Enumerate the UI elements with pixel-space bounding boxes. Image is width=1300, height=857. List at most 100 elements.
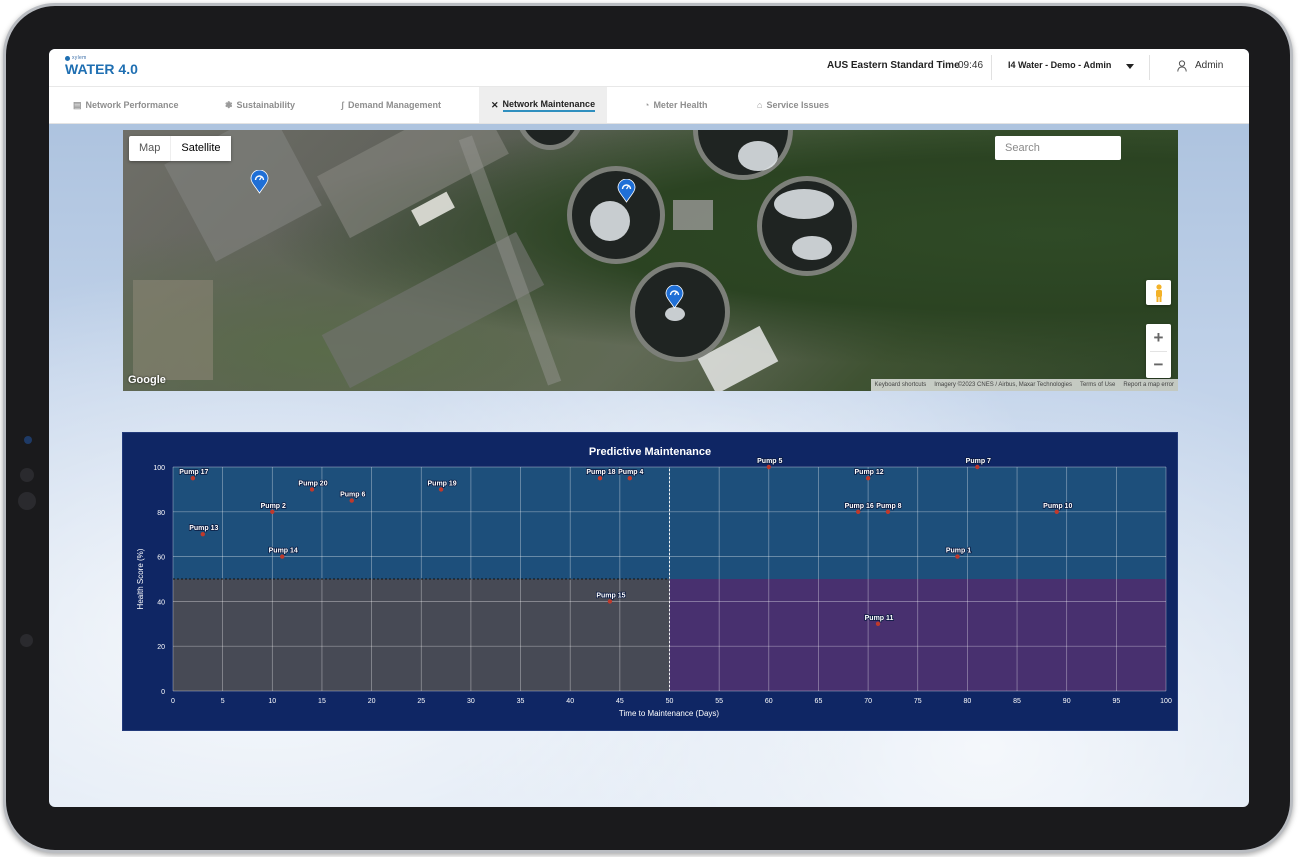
street-view-pegman-icon[interactable] (1146, 280, 1171, 305)
tab-meter-health[interactable]: ◔ Meter Health (644, 87, 707, 123)
x-tick-label: 0 (171, 698, 175, 705)
data-point (200, 532, 205, 537)
data-point-label: Pump 1 (946, 548, 971, 555)
chevron-down-icon[interactable] (1126, 64, 1134, 69)
tank-foam (665, 307, 685, 321)
map-type-control: Map Satellite (129, 136, 231, 161)
data-point-label: Pump 18 (586, 469, 615, 476)
y-tick-label: 80 (157, 510, 165, 517)
x-tick-label: 35 (517, 698, 525, 705)
x-tick-label: 30 (467, 698, 475, 705)
tab-demand-management[interactable]: ʃ Demand Management (341, 87, 441, 123)
sensor-dot (20, 468, 34, 482)
keyboard-shortcuts-link[interactable]: Keyboard shortcuts (875, 382, 927, 388)
tab-service-issues[interactable]: ⌂ Service Issues (757, 87, 829, 123)
warning-icon: ⌂ (757, 100, 763, 110)
logo-title: WATER 4.0 (65, 61, 138, 77)
data-point-label: Pump 17 (179, 469, 208, 476)
x-tick-label: 5 (221, 698, 225, 705)
map-pin-icon[interactable] (617, 179, 636, 203)
satellite-map[interactable]: Map Satellite Search + − Google Keyboard… (123, 130, 1178, 391)
map-type-satellite-button[interactable]: Satellite (170, 136, 231, 161)
x-tick-label: 15 (318, 698, 326, 705)
y-tick-label: 20 (157, 644, 165, 651)
data-point-label: Pump 12 (855, 469, 884, 476)
x-tick-label: 55 (715, 698, 723, 705)
tab-label: Service Issues (766, 100, 829, 110)
tank-foam (774, 189, 834, 219)
header-divider (1149, 55, 1150, 80)
x-tick-label: 90 (1063, 698, 1071, 705)
map-search-input[interactable]: Search (995, 136, 1121, 160)
data-point (280, 554, 285, 559)
chart-plot-area: 0 5 10 15 20 25 30 35 40 45 50 55 60 65 70 75 80 85 90 95 10… (153, 457, 1172, 705)
zoom-divider (1150, 351, 1167, 352)
y-tick-label: 0 (161, 689, 165, 696)
header-divider (991, 55, 992, 80)
map-clarifier-tank (693, 130, 793, 180)
x-axis-label: Time to Maintenance (Days) (619, 709, 720, 718)
timezone-label: AUS Eastern Standard Time (827, 60, 960, 71)
tab-sustainability[interactable]: ❃ Sustainability (225, 87, 295, 123)
x-tick-label: 60 (765, 698, 773, 705)
gear-icon: ❃ (225, 99, 233, 110)
x-tick-label: 50 (666, 698, 674, 705)
map-zoom-control: + − (1146, 324, 1171, 378)
tank-foam (590, 201, 630, 241)
organization-selector[interactable]: I4 Water - Demo - Admin (1008, 60, 1111, 70)
map-clarifier-tank (757, 176, 857, 276)
tank-foam (792, 236, 832, 260)
data-point-label: Pump 2 (261, 503, 286, 510)
data-point (597, 476, 603, 481)
x-tick-label: 10 (268, 698, 276, 705)
map-pin-icon[interactable] (665, 285, 684, 309)
map-type-map-button[interactable]: Map (129, 136, 170, 161)
data-point (1054, 509, 1059, 514)
x-tick-label: 70 (864, 698, 872, 705)
data-point-label: Pump 6 (340, 492, 365, 499)
y-tick-label: 40 (157, 599, 165, 606)
user-menu-name[interactable]: Admin (1195, 60, 1223, 71)
tab-network-performance[interactable]: ▤ Network Performance (73, 87, 179, 123)
zoom-in-button[interactable]: + (1146, 324, 1171, 351)
data-point-label: Pump 5 (757, 458, 782, 465)
map-building (673, 200, 713, 230)
predictive-maintenance-card: Predictive Maintenance Time to Maintenan… (122, 432, 1178, 731)
sensor-dot (18, 492, 36, 510)
map-building (133, 280, 213, 380)
data-point-label: Pump 16 (845, 503, 874, 510)
gauge-icon: ◔ (644, 100, 650, 110)
map-clarifier-tank (515, 130, 585, 150)
x-tick-label: 75 (914, 698, 922, 705)
data-point (855, 509, 861, 514)
chart-icon: ▤ (73, 99, 82, 110)
tab-label: Meter Health (653, 100, 708, 110)
sensor-dot (20, 634, 33, 647)
zoom-out-button[interactable]: − (1146, 351, 1171, 378)
data-point-label: Pump 10 (1043, 503, 1072, 510)
user-icon[interactable] (1177, 60, 1187, 72)
map-attribution: Keyboard shortcuts Imagery ©2023 CNES / … (870, 379, 1178, 391)
app-logo[interactable]: xylem WATER 4.0 (65, 55, 138, 76)
data-point (975, 464, 980, 470)
x-tick-label: 20 (368, 698, 376, 705)
main-navigation: ▤ Network Performance ❃ Sustainability ʃ… (49, 87, 1249, 124)
data-point (875, 621, 881, 626)
report-error-link[interactable]: Report a map error (1123, 382, 1174, 388)
tab-label: Network Performance (85, 100, 179, 110)
tank-foam (738, 141, 778, 171)
x-tick-label: 40 (566, 698, 574, 705)
y-tick-label: 100 (153, 465, 165, 472)
tab-network-maintenance[interactable]: ✕ Network Maintenance (479, 87, 608, 123)
tools-icon: ✕ (491, 99, 499, 110)
x-tick-label: 65 (815, 698, 823, 705)
map-pin-icon[interactable] (250, 170, 269, 194)
x-tick-label: 45 (616, 698, 624, 705)
tab-label: Demand Management (348, 100, 442, 110)
data-point (766, 464, 771, 470)
data-point (349, 498, 354, 503)
data-point-label: Pump 7 (966, 458, 991, 465)
data-point (270, 509, 275, 514)
x-tick-label: 95 (1112, 698, 1120, 705)
terms-link[interactable]: Terms of Use (1080, 382, 1115, 388)
